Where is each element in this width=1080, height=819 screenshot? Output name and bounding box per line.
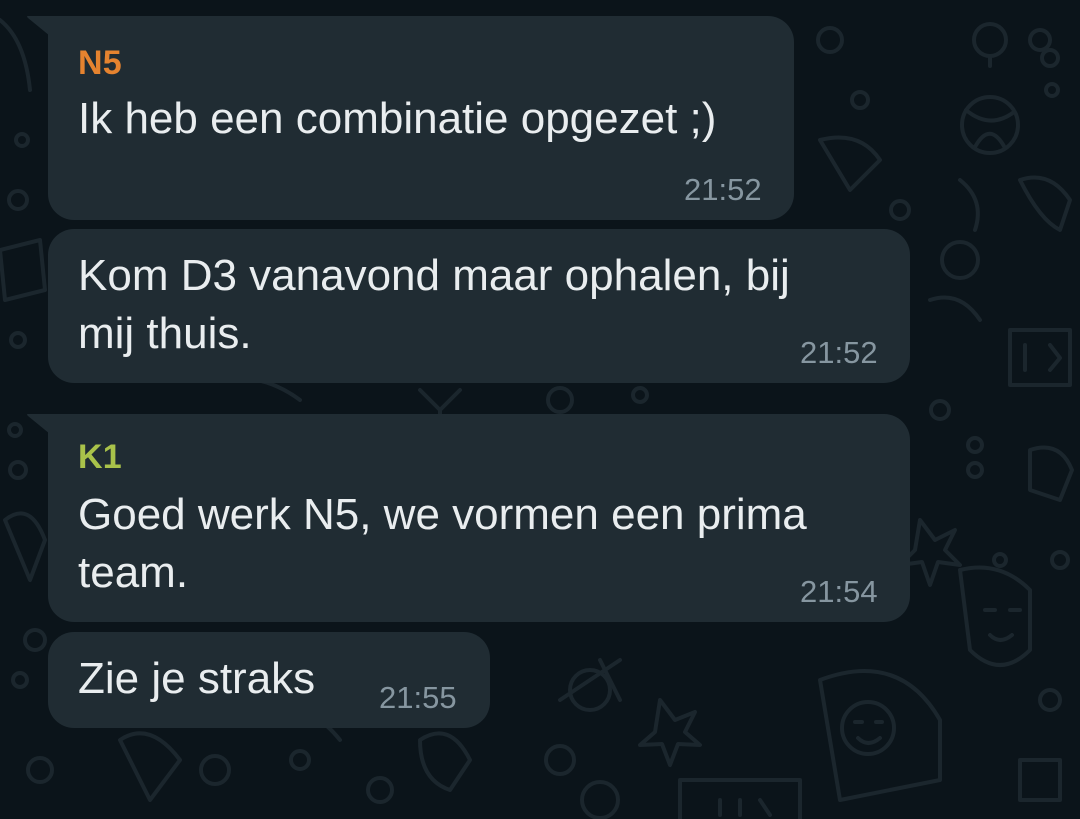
message-bubble[interactable]: K1 Goed werk N5, we vormen een prima tea… [27, 414, 910, 622]
message-bubble[interactable]: Zie je straks 21:55 [48, 632, 490, 728]
message-bubble[interactable]: Kom D3 vanavond maar ophalen, bij mij th… [48, 229, 910, 383]
message-text: Kom D3 vanavond maar ophalen, bij mij th… [78, 251, 790, 358]
message-time: 21:55 [379, 680, 457, 715]
sender-name[interactable]: K1 [78, 438, 122, 477]
sender-name[interactable]: N5 [78, 44, 122, 83]
message-text: Ik heb een combinatie opgezet ;) [78, 94, 717, 143]
message-time: 21:52 [800, 335, 878, 370]
message-bubble[interactable]: N5 Ik heb een combinatie opgezet ;) 21:5… [27, 16, 794, 220]
bubble-tail-icon [27, 16, 50, 36]
message-time: 21:54 [800, 574, 878, 609]
message-text: Goed werk N5, we vormen een prima team. [78, 490, 807, 597]
message-time: 21:52 [684, 172, 762, 207]
bubble-tail-icon [27, 414, 50, 434]
message-text: Zie je straks [78, 654, 316, 703]
